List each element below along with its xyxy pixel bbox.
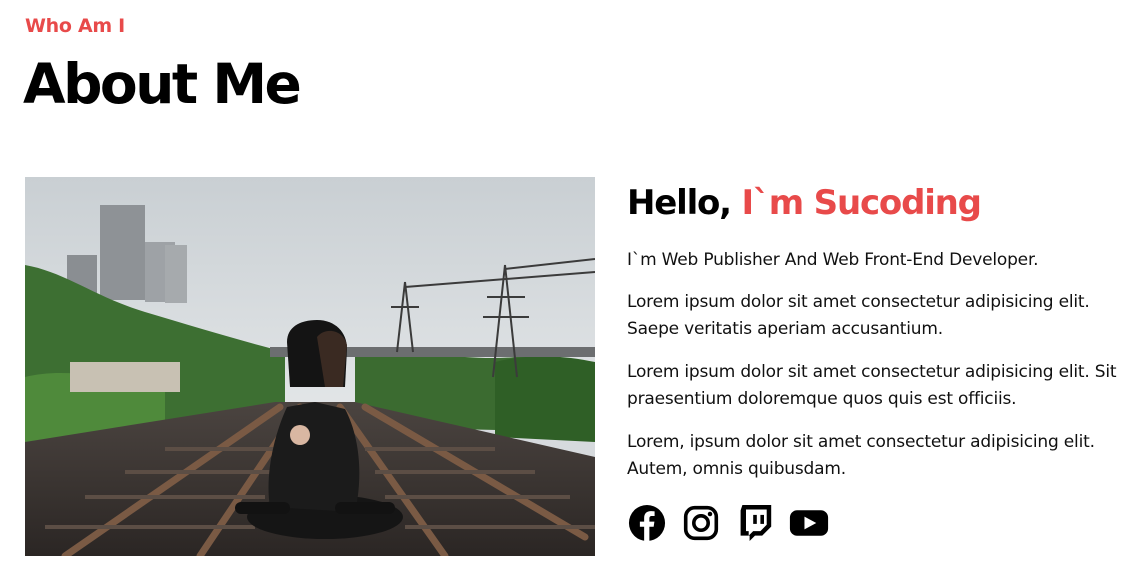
- social-links: [627, 503, 1127, 543]
- greeting-heading: Hello, I`m Sucoding: [627, 183, 1127, 223]
- profile-photo-illustration: [25, 177, 595, 556]
- bio-paragraph: Lorem, ipsum dolor sit amet consectetur …: [627, 432, 1095, 479]
- bio-paragraph: Lorem ipsum dolor sit amet consectetur a…: [627, 362, 1117, 409]
- intro-paragraph: I`m Web Publisher And Web Front-End Deve…: [627, 250, 1039, 270]
- page-title: About Me: [23, 52, 302, 116]
- youtube-icon[interactable]: [789, 503, 829, 543]
- bio-paragraph: Lorem ipsum dolor sit amet consectetur a…: [627, 292, 1090, 339]
- instagram-icon[interactable]: [681, 503, 721, 543]
- about-content: Hello, I`m Sucoding I`m Web Publisher An…: [627, 183, 1127, 543]
- twitch-icon[interactable]: [735, 503, 775, 543]
- eyebrow: Who Am I: [25, 15, 125, 37]
- profile-photo: [25, 177, 595, 556]
- greeting-name: I`m Sucoding: [741, 183, 982, 223]
- greeting-prefix: Hello,: [627, 183, 742, 223]
- facebook-icon[interactable]: [627, 503, 667, 543]
